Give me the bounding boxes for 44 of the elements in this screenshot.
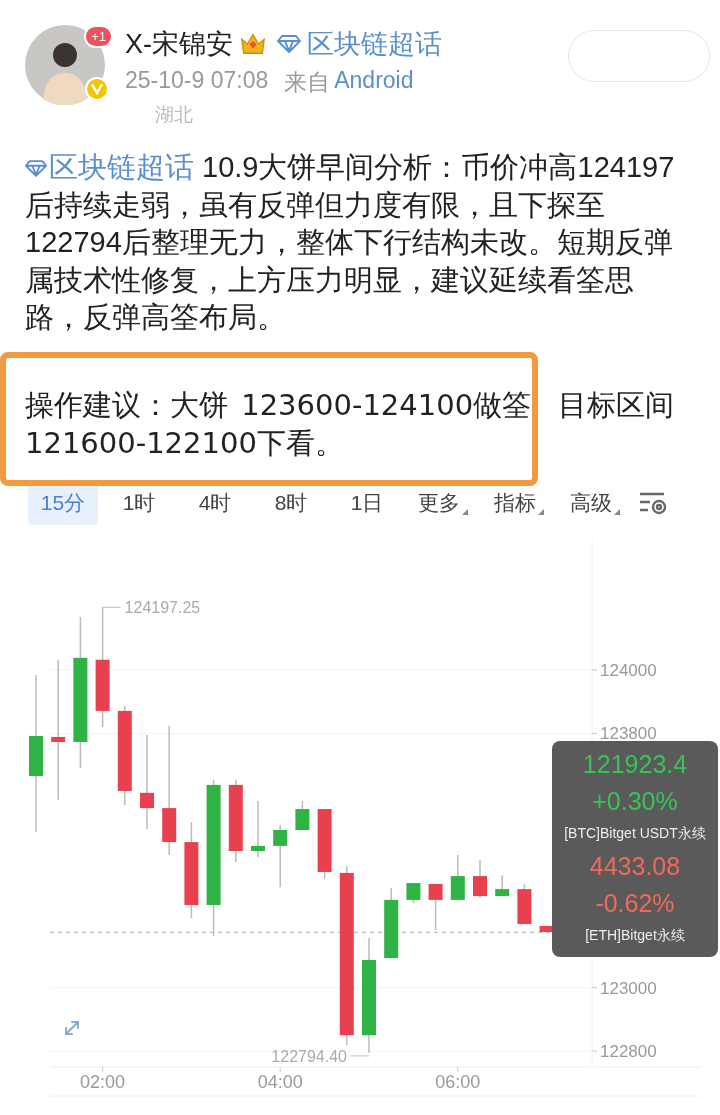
ticker-name: [BTC]Bitget USDT永续	[563, 823, 707, 843]
ticker-name: [ETH]Bitget永续	[584, 925, 686, 945]
diamond-icon	[277, 35, 301, 53]
diamond-icon	[25, 160, 47, 177]
author-name[interactable]: X-宋锦安	[125, 26, 233, 62]
axis-label: 04:00	[257, 1071, 303, 1092]
tab[interactable]: 1时	[104, 480, 174, 525]
post-text: 区块链超话 10.9大饼早间分析：币价冲高124197后持续走弱，虽有反弹但力度有限，且下探至122794后整理无力，整体下行结构未改。短期反弹属技术性修复，上方压力明显，建议延续看筌思路，反弹高筌布局。	[25, 150, 676, 335]
axis-label: 122800	[600, 1041, 657, 1061]
location-text: 湖北	[155, 104, 193, 125]
source-label: 来自	[284, 68, 331, 97]
ticker-price: 121923.4	[581, 748, 689, 780]
price-callout: 124197.25	[102, 598, 201, 616]
axis-label: 123800	[600, 723, 657, 743]
candle	[517, 882, 532, 925]
annotation: 124197.25	[124, 598, 201, 616]
axis-label: 123000	[600, 978, 657, 998]
axis-label: 124000	[600, 660, 657, 680]
candle	[473, 858, 487, 899]
tab[interactable]: 高级	[560, 480, 630, 525]
candle	[450, 853, 465, 901]
candle	[251, 799, 265, 858]
price-callout: 122794.40	[271, 1047, 370, 1065]
crown-icon	[239, 31, 267, 57]
annotation: 122794.40	[271, 1047, 348, 1065]
candle	[273, 823, 288, 888]
axis-label: 02:00	[80, 1071, 126, 1092]
advice-text: 操作建议：大饼 123600-124100做筌 目标区间121600-122100下看。	[25, 386, 675, 462]
candle	[406, 881, 421, 904]
tab[interactable]: 8时	[256, 480, 326, 525]
candle	[428, 882, 443, 931]
ticker-price: 4433.08	[588, 850, 682, 882]
notification-badge: +1	[84, 25, 113, 48]
post-time: 25-10-9 07:08	[125, 67, 269, 95]
axis-label: 06:00	[435, 1071, 481, 1092]
ticker-change: -0.62%	[594, 887, 676, 919]
tab[interactable]: 指标	[484, 480, 554, 525]
candle	[295, 799, 310, 831]
verified-badge-icon	[85, 77, 109, 101]
candle	[495, 873, 510, 897]
tab[interactable]: 1日	[332, 480, 402, 525]
ticker-change: +0.30%	[591, 785, 679, 817]
tab[interactable]: 更多	[408, 480, 478, 525]
tab[interactable]: 4时	[180, 480, 250, 525]
